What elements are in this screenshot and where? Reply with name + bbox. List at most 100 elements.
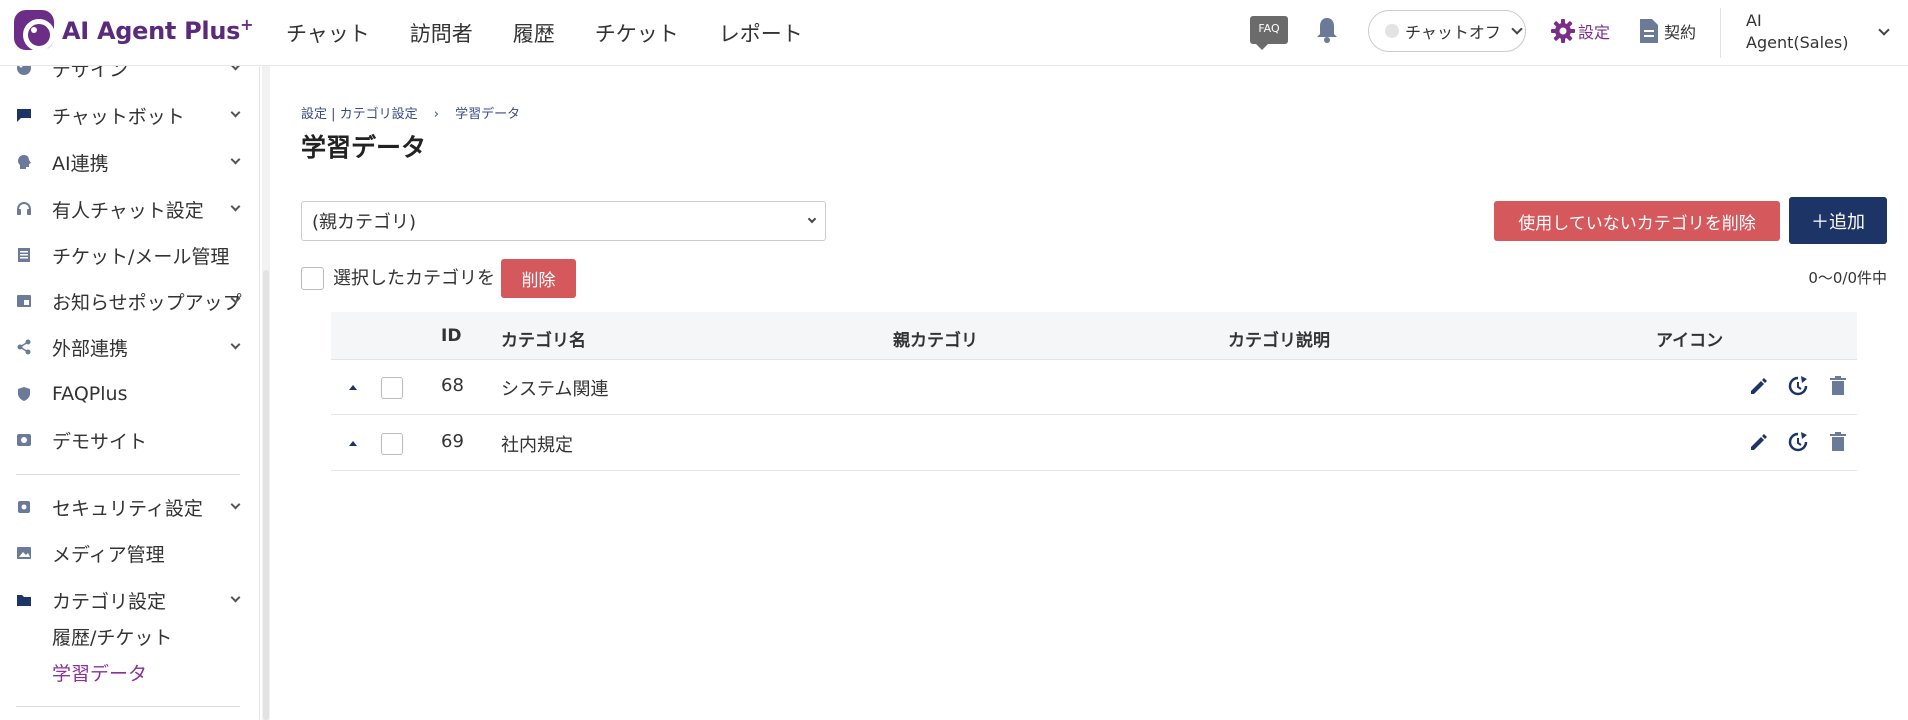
sidebar-item-integrations[interactable]: 外部連携 xyxy=(0,325,259,369)
sidebar-item-label: メディア管理 xyxy=(52,543,165,566)
refresh-icon[interactable] xyxy=(1787,431,1809,453)
delete-selected-button[interactable]: 削除 xyxy=(501,259,576,298)
sidebar-item-label: デザイン xyxy=(52,66,129,81)
expand-caret-icon[interactable] xyxy=(349,385,357,390)
col-parent-category[interactable]: 親カテゴリ xyxy=(893,326,978,351)
chat-icon xyxy=(17,109,31,122)
ticket-icon xyxy=(18,248,30,262)
sidebar-subitem-learning-data[interactable]: 学習データ xyxy=(52,659,147,686)
parent-category-select[interactable]: (親カテゴリ) xyxy=(301,201,826,241)
sidebar-item-media[interactable]: メディア管理 xyxy=(0,531,259,575)
brand-name: AI Agent Plus+ xyxy=(62,15,254,45)
brand-logo[interactable]: AI Agent Plus+ xyxy=(14,10,254,51)
gear-icon xyxy=(1551,19,1575,43)
nav-visitors[interactable]: 訪問者 xyxy=(410,18,473,48)
user-chevron-down-icon[interactable] xyxy=(1878,24,1890,36)
palette-icon xyxy=(17,66,31,75)
col-icon: アイコン xyxy=(1656,331,1724,351)
row-checkbox[interactable] xyxy=(381,377,403,399)
sidebar-item-label: 有人チャット設定 xyxy=(52,199,204,222)
sidebar-item-label: チケット/メール管理 xyxy=(52,245,230,268)
sidebar-item-category[interactable]: カテゴリ設定 xyxy=(0,578,259,622)
selected-categories-label: 選択したカテゴリを xyxy=(333,268,495,289)
sidebar-item-label: チャットボット xyxy=(52,105,185,128)
row-category-name: システム関連 xyxy=(501,379,609,400)
row-category-name: 社内規定 xyxy=(501,435,573,456)
nav-chat[interactable]: チャット xyxy=(286,18,370,48)
nav-reports[interactable]: レポート xyxy=(719,18,803,48)
table-header: ID カテゴリ名 親カテゴリ カテゴリ説明 アイコン xyxy=(331,312,1857,360)
add-category-button[interactable]: ＋追加 xyxy=(1789,197,1887,244)
parent-category-value: (親カテゴリ) xyxy=(312,212,417,233)
delete-unused-categories-button[interactable]: 使用していないカテゴリを削除 xyxy=(1494,201,1780,241)
chevron-down-icon xyxy=(230,339,241,350)
headset-icon xyxy=(17,201,31,215)
main-nav: チャット 訪問者 履歴 チケット レポート xyxy=(286,0,843,66)
chevron-down-icon xyxy=(230,201,241,212)
table-row: 68 システム関連 xyxy=(331,360,1857,415)
refresh-icon[interactable] xyxy=(1787,375,1809,397)
expand-caret-icon[interactable] xyxy=(349,441,357,446)
sidebar-item-label: AI連携 xyxy=(52,152,109,175)
popup-icon xyxy=(17,295,31,307)
sidebar-item-chatbot[interactable]: チャットボット xyxy=(0,93,259,137)
top-header: AI Agent Plus+ チャット 訪問者 履歴 チケット レポート FAQ… xyxy=(0,0,1908,66)
shield-icon xyxy=(18,387,30,401)
document-icon xyxy=(1640,19,1658,43)
sidebar-item-label: FAQPlus xyxy=(52,383,128,405)
status-dot-icon xyxy=(1385,24,1399,38)
user-menu[interactable]: AI Agent(Sales) xyxy=(1746,10,1866,54)
sidebar-item-label: デモサイト xyxy=(52,430,148,453)
bell-icon[interactable] xyxy=(1315,16,1339,44)
sidebar-item-ai[interactable]: AI連携 xyxy=(0,140,259,184)
brand-logo-icon xyxy=(14,10,55,51)
trash-icon[interactable] xyxy=(1827,431,1849,453)
settings-link[interactable]: 設定 xyxy=(1550,18,1610,44)
sidebar-item-label: お知らせポップアップ xyxy=(52,291,242,314)
breadcrumb-parent-link[interactable]: 設定 | カテゴリ設定 xyxy=(301,107,418,122)
sidebar-item-demo-site[interactable]: デモサイト xyxy=(0,418,259,462)
sidebar-item-tickets[interactable]: チケット/メール管理 xyxy=(0,233,259,277)
col-category-description[interactable]: カテゴリ説明 xyxy=(1228,326,1330,351)
chevron-down-icon xyxy=(807,214,817,224)
sidebar-item-popup[interactable]: お知らせポップアップ xyxy=(0,279,259,323)
chevron-down-icon xyxy=(1511,23,1523,35)
user-name-line2: Agent(Sales) xyxy=(1746,33,1849,52)
edit-icon[interactable] xyxy=(1747,375,1769,397)
row-checkbox[interactable] xyxy=(381,433,403,455)
folder-icon xyxy=(17,595,31,606)
user-name-line1: AI xyxy=(1746,11,1762,30)
settings-label: 設定 xyxy=(1578,23,1611,42)
result-count: 0〜0/0件中 xyxy=(1808,269,1887,287)
sidebar-item-live-chat[interactable]: 有人チャット設定 xyxy=(0,187,259,231)
chat-status-label: チャットオフ xyxy=(1405,23,1501,42)
faq-icon[interactable]: FAQ xyxy=(1250,16,1288,50)
chevron-down-icon xyxy=(230,499,241,510)
breadcrumb-separator: › xyxy=(433,107,439,122)
sidebar-item-design[interactable]: デザイン xyxy=(0,66,259,90)
sidebar-item-label: セキュリティ設定 xyxy=(52,497,203,520)
sidebar-item-faqplus[interactable]: FAQPlus xyxy=(0,372,259,416)
nav-tickets[interactable]: チケット xyxy=(595,18,679,48)
chat-status-toggle[interactable]: チャットオフ xyxy=(1368,10,1526,52)
sidebar-subitem-history-ticket[interactable]: 履歴/チケット xyxy=(52,623,172,650)
table-row: 69 社内規定 xyxy=(331,416,1857,471)
col-category-name[interactable]: カテゴリ名 xyxy=(501,326,586,351)
page-title: 学習データ xyxy=(301,133,427,162)
monitor-icon xyxy=(17,434,31,446)
image-icon xyxy=(17,547,31,559)
trash-icon[interactable] xyxy=(1827,375,1849,397)
chevron-down-icon xyxy=(230,66,241,71)
select-all-checkbox[interactable] xyxy=(301,267,324,290)
contract-link[interactable]: 契約 xyxy=(1638,18,1696,44)
chevron-down-icon xyxy=(230,592,241,603)
nav-history[interactable]: 履歴 xyxy=(513,18,555,48)
sidebar-item-label: 外部連携 xyxy=(52,337,129,360)
row-id: 68 xyxy=(441,375,464,396)
sidebar-scrollbar-thumb[interactable] xyxy=(263,270,269,720)
sidebar-divider xyxy=(16,706,240,707)
col-id[interactable]: ID xyxy=(441,326,461,346)
edit-icon[interactable] xyxy=(1747,431,1769,453)
breadcrumb: 設定 | カテゴリ設定 › 学習データ xyxy=(301,103,520,122)
sidebar-item-security[interactable]: セキュリティ設定 xyxy=(0,485,259,529)
